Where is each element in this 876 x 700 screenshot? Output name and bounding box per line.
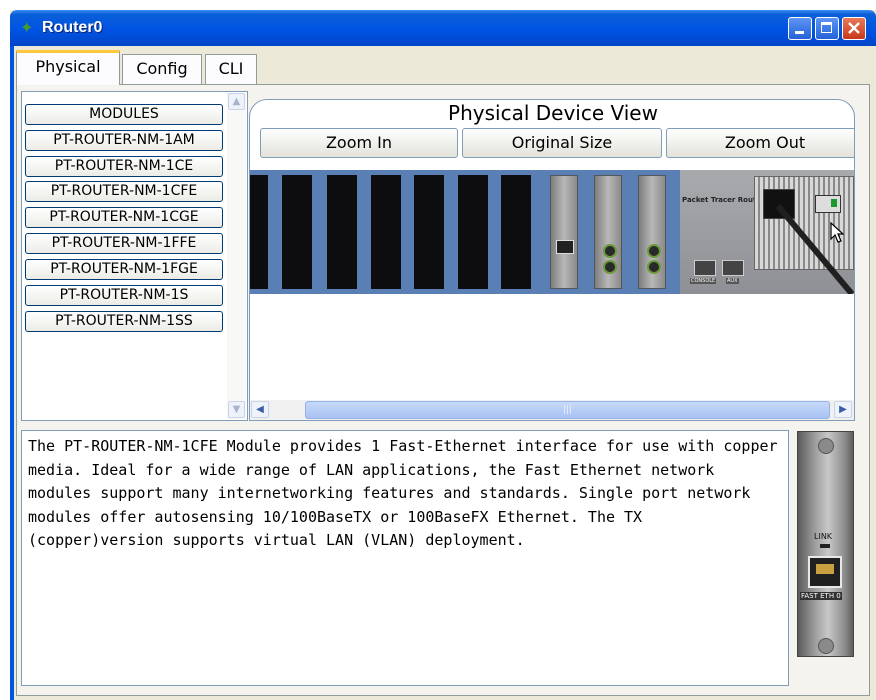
physical-device-view: Physical Device View Zoom In Original Si…: [249, 99, 855, 421]
tab-cli[interactable]: CLI: [205, 54, 257, 84]
modules-header[interactable]: MODULES: [25, 104, 223, 125]
modules-scrollbar[interactable]: ▲ ▼: [227, 93, 246, 419]
module-item[interactable]: PT-ROUTER-NM-1FFE: [25, 233, 223, 254]
window-border: [10, 46, 14, 700]
scroll-down-icon[interactable]: ▼: [228, 401, 245, 418]
screw-icon: [818, 638, 834, 654]
module-item[interactable]: PT-ROUTER-NM-1SS: [25, 311, 223, 332]
fast-ethernet-module[interactable]: [550, 175, 578, 289]
ethernet-port-icon: [556, 240, 574, 254]
close-button[interactable]: [842, 17, 866, 40]
tab-config[interactable]: Config: [122, 54, 202, 84]
window-title: Router0: [42, 19, 103, 36]
router-back-panel: Packet Tracer Router CONSOLE AUX: [680, 170, 854, 294]
empty-slot[interactable]: [501, 175, 531, 289]
scroll-left-icon[interactable]: ◀: [251, 401, 269, 418]
module-item[interactable]: PT-ROUTER-NM-1AM: [25, 130, 223, 151]
physical-device-view-title: Physical Device View: [448, 101, 658, 125]
module-item[interactable]: PT-ROUTER-NM-1S: [25, 285, 223, 306]
fiber-port-icon: [647, 244, 661, 258]
module-item[interactable]: PT-ROUTER-NM-1CGE: [25, 207, 223, 228]
module-item[interactable]: PT-ROUTER-NM-1FGE: [25, 259, 223, 280]
scroll-up-icon[interactable]: ▲: [228, 93, 245, 110]
minimize-icon: [795, 31, 804, 34]
mouse-cursor-icon: [830, 222, 844, 243]
empty-slot[interactable]: [458, 175, 488, 289]
module-preview: LINK FAST ETH 0: [797, 431, 854, 657]
link-led-icon: [820, 544, 830, 548]
empty-slot[interactable]: [250, 175, 268, 289]
tab-physical[interactable]: Physical: [16, 50, 120, 85]
maximize-button[interactable]: [815, 17, 839, 40]
empty-slot[interactable]: [414, 175, 444, 289]
empty-slot[interactable]: [282, 175, 312, 289]
fiber-port-icon: [603, 260, 617, 274]
maximize-icon: [821, 22, 832, 33]
title-bar[interactable]: ✦ Router0: [10, 10, 876, 46]
view-hscrollbar[interactable]: ◀ ||| ▶: [250, 400, 854, 420]
fiber-port-icon: [647, 260, 661, 274]
scroll-thumb[interactable]: |||: [305, 401, 830, 419]
screw-icon: [818, 438, 834, 454]
zoom-out-button[interactable]: Zoom Out: [666, 128, 854, 158]
fiber-module[interactable]: [638, 175, 666, 289]
module-item[interactable]: PT-ROUTER-NM-1CE: [25, 156, 223, 177]
scroll-right-icon[interactable]: ▶: [834, 401, 852, 418]
close-icon: [848, 22, 860, 34]
link-label: LINK: [814, 532, 833, 541]
original-size-button[interactable]: Original Size: [462, 128, 662, 158]
router-chassis: Packet Tracer Router CONSOLE AUX: [250, 170, 854, 294]
fiber-module[interactable]: [594, 175, 622, 289]
empty-slot[interactable]: [371, 175, 401, 289]
ethernet-port-icon: [808, 556, 842, 588]
power-cable: [775, 204, 854, 294]
empty-slot[interactable]: [327, 175, 357, 289]
router-app-icon: ✦: [20, 18, 34, 37]
port-label: FAST ETH 0: [800, 592, 842, 600]
zoom-in-button[interactable]: Zoom In: [260, 128, 458, 158]
minimize-button[interactable]: [788, 17, 812, 40]
module-item[interactable]: PT-ROUTER-NM-1CFE: [25, 181, 223, 202]
modules-list: MODULES PT-ROUTER-NM-1AM PT-ROUTER-NM-1C…: [21, 91, 248, 421]
module-description: The PT-ROUTER-NM-1CFE Module provides 1 …: [21, 430, 789, 686]
fiber-port-icon: [603, 244, 617, 258]
